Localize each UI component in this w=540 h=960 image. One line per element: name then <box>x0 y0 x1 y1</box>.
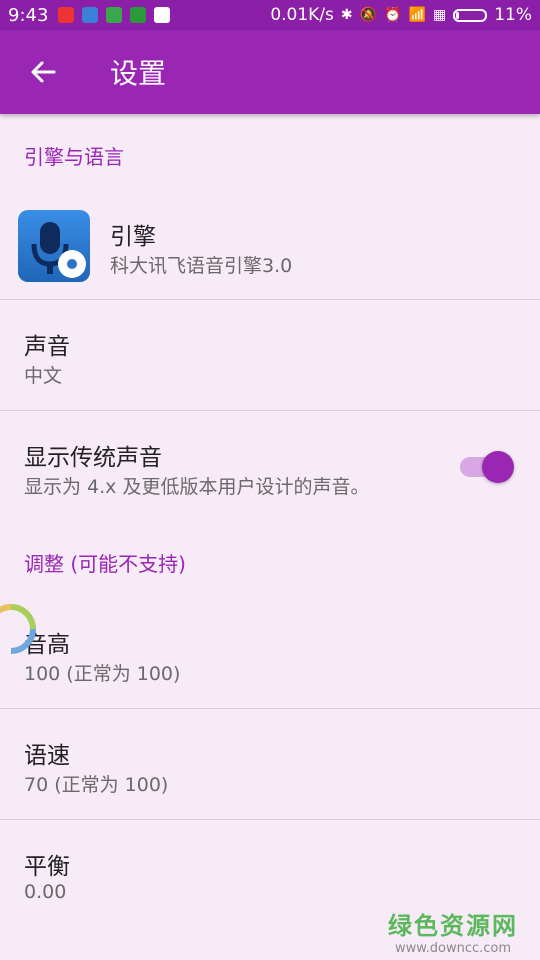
speed-setting[interactable]: 语速 70 (正常为 100) <box>0 709 540 819</box>
pitch-setting[interactable]: 音高 100 (正常为 100) <box>0 598 540 708</box>
watermark-main: 绿色资源网 <box>388 912 518 940</box>
speed-title: 语速 <box>24 743 70 769</box>
speed-subtitle: 70 (正常为 100) <box>24 774 169 796</box>
section-header-engine: 引擎与语言 <box>24 145 124 169</box>
legacy-voice-toggle[interactable] <box>458 450 514 484</box>
pitch-subtitle: 100 (正常为 100) <box>24 663 181 685</box>
watermark: 绿色资源网 www.downcc.com <box>388 906 518 956</box>
app-bar: 设置 <box>0 30 540 114</box>
alarm-icon: ⏰ <box>384 7 402 23</box>
engine-title: 引擎 <box>110 224 156 250</box>
voice-subtitle: 中文 <box>24 365 63 387</box>
voice-title: 声音 <box>24 334 70 360</box>
legacy-voice-title: 显示传统声音 <box>24 445 162 471</box>
balance-subtitle: 0.00 <box>24 881 67 903</box>
app-icon <box>130 7 146 23</box>
section-header-adjust: 调整 (可能不支持) <box>24 552 186 576</box>
app-icon <box>106 7 122 23</box>
bluetooth-icon: ✱ <box>340 7 353 23</box>
back-arrow-icon[interactable] <box>24 52 64 92</box>
toggle-thumb <box>482 451 514 483</box>
status-time: 9:43 <box>8 5 49 26</box>
page-title: 设置 <box>110 57 167 90</box>
loading-spinner-icon <box>0 604 36 654</box>
notification-icons <box>58 7 170 23</box>
app-icon <box>82 7 98 23</box>
sim-icon: ▦ <box>432 7 447 23</box>
status-right: 0.01K/s ✱ 🔕 ⏰ 📶 ▦ 11% <box>270 5 532 25</box>
engine-subtitle: 科大讯飞语音引擎3.0 <box>110 255 293 277</box>
balance-title: 平衡 <box>24 854 70 880</box>
qq-icon <box>154 7 170 23</box>
mute-icon: 🔕 <box>359 7 378 23</box>
tts-engine-icon <box>18 210 90 282</box>
legacy-voice-subtitle: 显示为 4.x 及更低版本用户设计的声音。 <box>24 476 370 498</box>
net-speed: 0.01K/s <box>270 5 334 25</box>
status-bar: 9:43 0.01K/s ✱ 🔕 ⏰ 📶 ▦ 11% <box>0 0 540 30</box>
battery-level: 11% <box>494 5 532 25</box>
watermark-sub: www.downcc.com <box>394 941 512 956</box>
wifi-icon: 📶 <box>408 7 426 23</box>
voice-setting[interactable]: 声音 中文 <box>0 300 540 410</box>
weibo-icon <box>58 7 74 23</box>
battery-icon <box>453 8 488 22</box>
